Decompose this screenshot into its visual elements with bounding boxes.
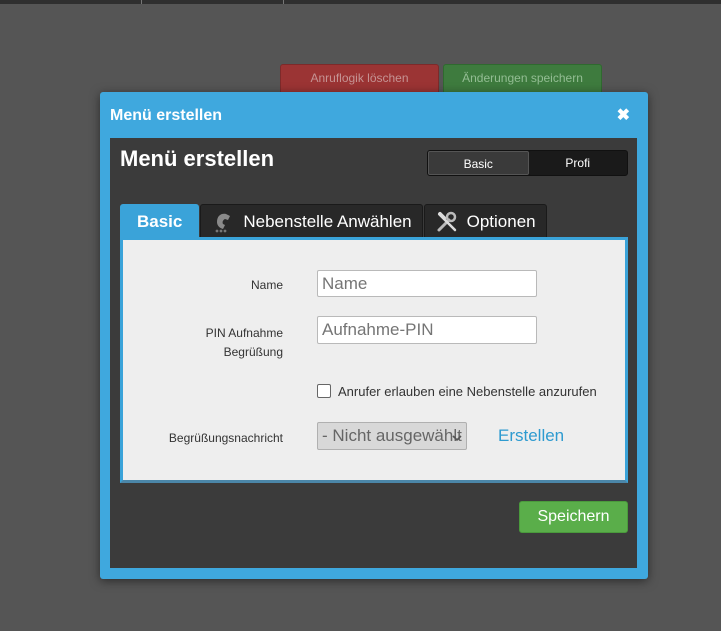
recording-pin-input[interactable] (317, 316, 537, 344)
allow-extension-label: Anrufer erlauben eine Nebenstelle anzuru… (338, 384, 597, 399)
pin-label: PIN Aufnahme Begrüßung (163, 324, 283, 362)
page-title: Menü erstellen (120, 146, 275, 171)
name-input[interactable] (317, 270, 537, 297)
top-bar-divider (283, 0, 284, 4)
tab-basic-label: Basic (137, 211, 183, 231)
pin-label-line1: PIN Aufnahme (205, 326, 283, 340)
tab-options[interactable]: Optionen (423, 204, 547, 239)
greeting-label: Begrüßungsnachricht (168, 431, 283, 445)
create-menu-dialog: Menü erstellen ✖ Menü erstellen Basic Pr… (100, 92, 648, 579)
tab-dial-extension-label: Nebenstelle Anwählen (243, 211, 412, 231)
tab-options-label: Optionen (466, 211, 536, 231)
top-bar (0, 0, 721, 4)
tab-dial-extension[interactable]: Nebenstelle Anwählen (200, 204, 423, 239)
greeting-select[interactable]: - Nicht ausgewählt - (317, 422, 467, 450)
dialog-body: Menü erstellen Basic Profi Basic Nebenst… (110, 138, 637, 568)
top-bar-divider (141, 0, 142, 4)
mode-basic-button[interactable]: Basic (428, 151, 529, 175)
mode-profi-button[interactable]: Profi (528, 151, 627, 175)
chevron-down-icon (451, 429, 463, 449)
dialog-title: Menü erstellen (110, 107, 223, 124)
pin-label-line2: Begrüßung (223, 345, 283, 359)
greeting-select-value: - Nicht ausgewählt - (322, 426, 467, 445)
allow-extension-checkbox[interactable] (317, 384, 331, 398)
tab-bar: Basic Nebenstelle Anwählen Optionen (120, 204, 548, 239)
close-icon[interactable]: ✖ (617, 105, 630, 125)
basic-panel: Name PIN Aufnahme Begrüßung Anrufer erla… (120, 237, 628, 483)
name-label: Name (250, 278, 283, 292)
mode-switch: Basic Profi (427, 150, 628, 176)
dial-icon (211, 210, 235, 234)
tools-icon (435, 210, 459, 234)
save-button[interactable]: Speichern (519, 501, 628, 533)
create-greeting-link[interactable]: Erstellen (498, 426, 564, 446)
tab-basic[interactable]: Basic (120, 204, 200, 239)
